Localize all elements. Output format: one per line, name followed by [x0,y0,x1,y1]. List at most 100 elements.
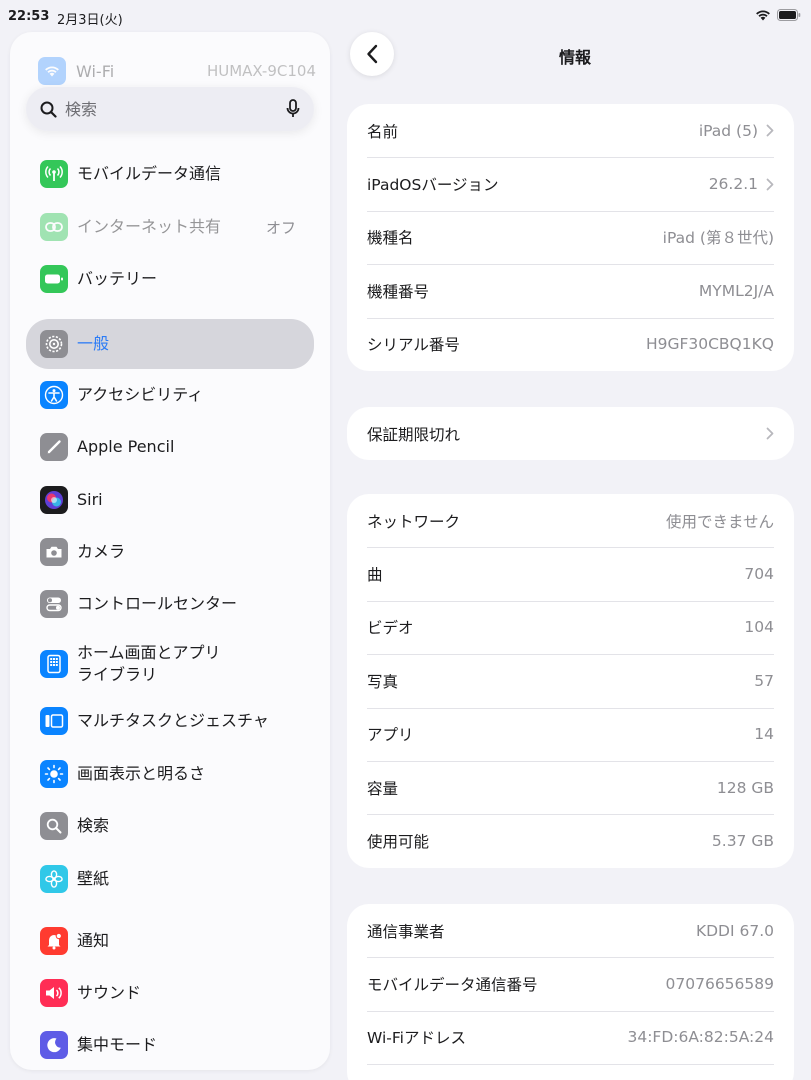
sidebar-item-home-screen[interactable]: ホーム画面とアプリ ライブラリ [26,638,314,690]
sidebar-item-label: コントロールセンター [77,594,238,613]
settings-sidebar: Wi-Fi HUMAX-9C104 モバイルデータ通信 インターネット共有 オフ [10,32,330,1070]
row-value: 104 [744,618,774,637]
search-input[interactable] [65,99,286,119]
sidebar-item-general[interactable]: 一般 [26,319,314,369]
row-label: Wi-Fiアドレス [367,1029,466,1048]
sidebar-item-value: オフ [265,218,296,237]
sidebar-item-hotspot[interactable]: インターネット共有 オフ [26,204,314,250]
row-value: 34:FD:6A:82:5A:24 [627,1028,774,1047]
moon-icon [40,1031,68,1059]
row-label: 写真 [367,672,399,691]
sidebar-item-display-brightness[interactable]: 画面表示と明るさ [26,751,314,797]
row-label: 容量 [367,779,399,798]
sidebar-item-siri[interactable]: Siri [26,477,314,523]
about-row-photos: 写真 57 [347,654,794,707]
sidebar-item-control-center[interactable]: コントロールセンター [26,581,314,627]
about-row-model-name: 機種名 iPad (第８世代) [347,210,794,264]
about-row-os-version[interactable]: iPadOSバージョン 26.2.1 [347,157,794,210]
row-label: ビデオ [367,619,414,638]
row-value: iPad (第８世代) [662,229,774,248]
search-icon [40,812,68,840]
antenna-icon [40,160,68,188]
sidebar-item-multitasking[interactable]: マルチタスクとジェスチャ [26,698,314,744]
row-label: ネットワーク [367,512,461,531]
row-label: シリアル番号 [367,336,460,355]
about-row-network: ネットワーク 使用できません [347,494,794,547]
page-title: 情報 [558,48,591,67]
status-date: 2月3日(火) [57,13,123,28]
about-row-capacity: 容量 128 GB [347,760,794,814]
pencil-icon [40,433,68,461]
search-icon [40,101,57,118]
microphone-icon[interactable] [286,99,300,119]
row-value: 128 GB [716,778,774,797]
sidebar-item-label-line2: ライブラリ [77,665,158,684]
row-label: 名前 [367,122,399,141]
sidebar-item-label: Wi-Fi [76,61,115,81]
camera-icon [40,538,68,566]
multitask-icon [40,707,68,735]
wifi-signal-icon [756,10,770,21]
sidebar-item-camera[interactable]: カメラ [26,529,314,575]
about-row-serial-number: シリアル番号 H9GF30CBQ1KQ [347,317,794,371]
sidebar-item-label: 通知 [77,931,110,950]
row-value: 57 [754,671,774,690]
sidebar-item-sounds[interactable]: サウンド [26,970,314,1016]
sidebar-item-accessibility[interactable]: アクセシビリティ [26,372,314,418]
sidebar-item-label-line1: ホーム画面とアプリ [77,643,221,662]
row-label: 機種番号 [367,282,430,301]
sidebar-item-label: マルチタスクとジェスチャ [77,711,269,730]
row-value: MYML2J/A [698,281,774,300]
row-label: 機種名 [367,229,414,248]
row-value: 26.2.1 [708,175,758,194]
sidebar-item-label: モバイルデータ通信 [77,164,222,183]
siri-icon [40,486,68,514]
about-row-wifi-address: Wi-Fiアドレス 34:FD:6A:82:5A:24 [347,1010,794,1064]
link-icon [40,213,68,241]
sidebar-item-focus[interactable]: 集中モード [26,1022,314,1068]
sidebar-item-value: HUMAX-9C104 [206,62,316,80]
row-value: KDDI 67.0 [695,921,774,940]
battery-status-icon [777,9,801,21]
row-label: 保証期限切れ [367,425,461,444]
sidebar-item-label: インターネット共有 [77,217,222,236]
about-row-videos: ビデオ 104 [347,600,794,654]
about-row-partial [347,1064,794,1080]
sidebar-item-label: ホーム画面とアプリ ライブラリ [77,642,221,686]
row-value: 704 [744,565,774,584]
sidebar-item-notifications[interactable]: 通知 [26,918,314,964]
sidebar-item-wallpaper[interactable]: 壁紙 [26,856,314,902]
row-label: 使用可能 [367,833,430,852]
about-row-model-number[interactable]: 機種番号 MYML2J/A [347,264,794,317]
toggles-icon [40,590,68,618]
sidebar-item-label: 画面表示と明るさ [77,764,206,783]
accessibility-icon [40,381,68,409]
gear-icon [40,330,68,358]
row-value: 5.37 GB [711,832,774,851]
row-value: 07076656589 [665,975,774,994]
about-row-songs: 曲 704 [347,547,794,600]
sidebar-item-label: アクセシビリティ [77,385,204,404]
about-row-name[interactable]: 名前 iPad (5) [347,104,794,157]
chevron-right-icon [766,178,774,191]
speaker-icon [40,979,68,1007]
about-row-warranty[interactable]: 保証期限切れ [347,407,794,460]
sidebar-item-label: 集中モード [77,1035,158,1054]
sidebar-item-battery[interactable]: バッテリー [26,256,314,302]
about-row-mobile-number: モバイルデータ通信番号 07076656589 [347,957,794,1010]
about-row-available: 使用可能 5.37 GB [347,814,794,867]
row-label: 曲 [367,566,383,585]
sidebar-item-apple-pencil[interactable]: Apple Pencil [26,424,314,470]
sidebar-item-search[interactable]: 検索 [26,803,314,849]
row-label: 通信事業者 [367,922,445,941]
status-bar: 22:53 2月3日(火) [0,0,811,32]
battery-icon [40,265,68,293]
row-value: 使用できません [665,512,774,531]
sidebar-item-label: 壁紙 [77,869,110,888]
sidebar-item-mobile-data[interactable]: モバイルデータ通信 [26,151,314,197]
search-bar[interactable] [26,87,314,131]
sun-icon [40,760,68,788]
row-label: モバイルデータ通信番号 [367,976,538,995]
sidebar-item-label: Apple Pencil [77,437,175,456]
sidebar-item-wifi[interactable]: Wi-Fi HUMAX-9C104 [38,57,328,85]
